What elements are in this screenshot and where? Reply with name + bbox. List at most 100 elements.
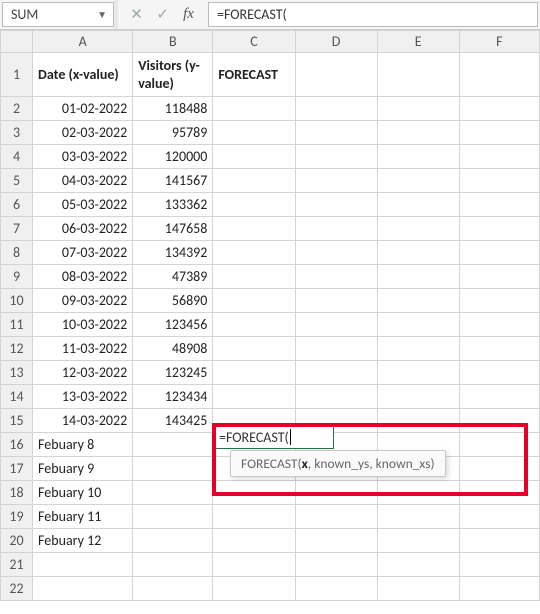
cell[interactable] (459, 361, 539, 385)
cell[interactable]: 123456 (133, 313, 213, 337)
cell[interactable]: 06-03-2022 (33, 217, 133, 241)
cell[interactable] (133, 481, 213, 505)
cell[interactable]: Febuary 10 (33, 481, 133, 505)
cell[interactable]: 95789 (133, 121, 213, 145)
row-header[interactable]: 9 (1, 265, 33, 289)
cell[interactable] (459, 169, 539, 193)
cell[interactable] (295, 313, 377, 337)
cell[interactable] (213, 481, 295, 505)
cell[interactable]: 12-03-2022 (33, 361, 133, 385)
cell[interactable] (213, 529, 295, 553)
cell[interactable] (213, 145, 295, 169)
cell[interactable]: 14-03-2022 (33, 409, 133, 433)
col-header-C[interactable]: C (213, 31, 295, 53)
cell[interactable] (213, 217, 295, 241)
cell[interactable] (213, 265, 295, 289)
cell[interactable] (295, 481, 377, 505)
cell[interactable] (213, 553, 295, 577)
row-header[interactable]: 21 (1, 553, 33, 577)
cell[interactable] (459, 193, 539, 217)
spreadsheet-grid[interactable]: A B C D E F 1Date (x-value)Visitors (y-v… (0, 30, 540, 601)
cell[interactable] (33, 577, 133, 601)
cell[interactable] (213, 289, 295, 313)
cell[interactable] (459, 53, 539, 97)
cell[interactable] (295, 121, 377, 145)
cell[interactable]: Febuary 12 (33, 529, 133, 553)
cell[interactable] (377, 145, 459, 169)
cell[interactable] (459, 289, 539, 313)
cell[interactable]: 02-03-2022 (33, 121, 133, 145)
cell[interactable] (133, 505, 213, 529)
cell[interactable] (377, 553, 459, 577)
cancel-icon[interactable]: ✕ (124, 1, 150, 29)
cell[interactable] (459, 217, 539, 241)
cell[interactable] (459, 457, 539, 481)
cell[interactable] (133, 433, 213, 457)
row-header[interactable]: 11 (1, 313, 33, 337)
cell[interactable] (377, 241, 459, 265)
cell[interactable] (459, 505, 539, 529)
cell[interactable] (213, 193, 295, 217)
cell[interactable] (377, 289, 459, 313)
row-header[interactable]: 8 (1, 241, 33, 265)
cell[interactable]: 01-02-2022 (33, 97, 133, 121)
cell[interactable] (213, 313, 295, 337)
row-header[interactable]: 7 (1, 217, 33, 241)
cell[interactable] (459, 529, 539, 553)
cell[interactable] (295, 241, 377, 265)
cell[interactable]: 03-03-2022 (33, 145, 133, 169)
cell[interactable] (377, 529, 459, 553)
name-box[interactable]: SUM ▼ (2, 2, 114, 27)
cell[interactable]: Febuary 11 (33, 505, 133, 529)
col-header-D[interactable]: D (295, 31, 377, 53)
cell[interactable] (459, 577, 539, 601)
cell[interactable] (377, 361, 459, 385)
cell[interactable]: 13-03-2022 (33, 385, 133, 409)
cell[interactable] (213, 97, 295, 121)
cell[interactable] (377, 385, 459, 409)
row-header[interactable]: 22 (1, 577, 33, 601)
cell[interactable] (295, 553, 377, 577)
cell[interactable] (213, 385, 295, 409)
cell[interactable] (377, 577, 459, 601)
cell[interactable] (295, 145, 377, 169)
cell[interactable] (295, 289, 377, 313)
cell[interactable]: Visitors (y-value) (133, 53, 213, 97)
row-header[interactable]: 19 (1, 505, 33, 529)
cell[interactable]: 123434 (133, 385, 213, 409)
cell[interactable] (295, 265, 377, 289)
cell[interactable] (295, 385, 377, 409)
cell[interactable]: 09-03-2022 (33, 289, 133, 313)
row-header[interactable]: 14 (1, 385, 33, 409)
cell[interactable]: 141567 (133, 169, 213, 193)
cell[interactable]: 56890 (133, 289, 213, 313)
cell[interactable] (459, 145, 539, 169)
cell[interactable] (295, 217, 377, 241)
cell[interactable] (213, 505, 295, 529)
row-header[interactable]: 5 (1, 169, 33, 193)
cell[interactable] (295, 337, 377, 361)
cell[interactable] (295, 169, 377, 193)
cell[interactable]: Febuary 8 (33, 433, 133, 457)
cell[interactable] (213, 121, 295, 145)
enter-icon[interactable]: ✓ (150, 1, 176, 29)
cell[interactable]: 48908 (133, 337, 213, 361)
cell[interactable]: 10-03-2022 (33, 313, 133, 337)
cell[interactable] (459, 265, 539, 289)
cell[interactable] (295, 505, 377, 529)
cell[interactable]: FORECAST (213, 53, 295, 97)
cell[interactable]: 143425 (133, 409, 213, 433)
cell[interactable] (377, 121, 459, 145)
cell[interactable]: 147658 (133, 217, 213, 241)
cell[interactable]: 07-03-2022 (33, 241, 133, 265)
cell[interactable] (459, 337, 539, 361)
cell[interactable] (459, 313, 539, 337)
cell[interactable] (459, 433, 539, 457)
cell[interactable]: 123245 (133, 361, 213, 385)
insert-function-icon[interactable]: fx (176, 1, 202, 29)
cell[interactable] (33, 553, 133, 577)
row-header[interactable]: 10 (1, 289, 33, 313)
cell[interactable] (377, 481, 459, 505)
cell[interactable]: 120000 (133, 145, 213, 169)
row-header[interactable]: 18 (1, 481, 33, 505)
